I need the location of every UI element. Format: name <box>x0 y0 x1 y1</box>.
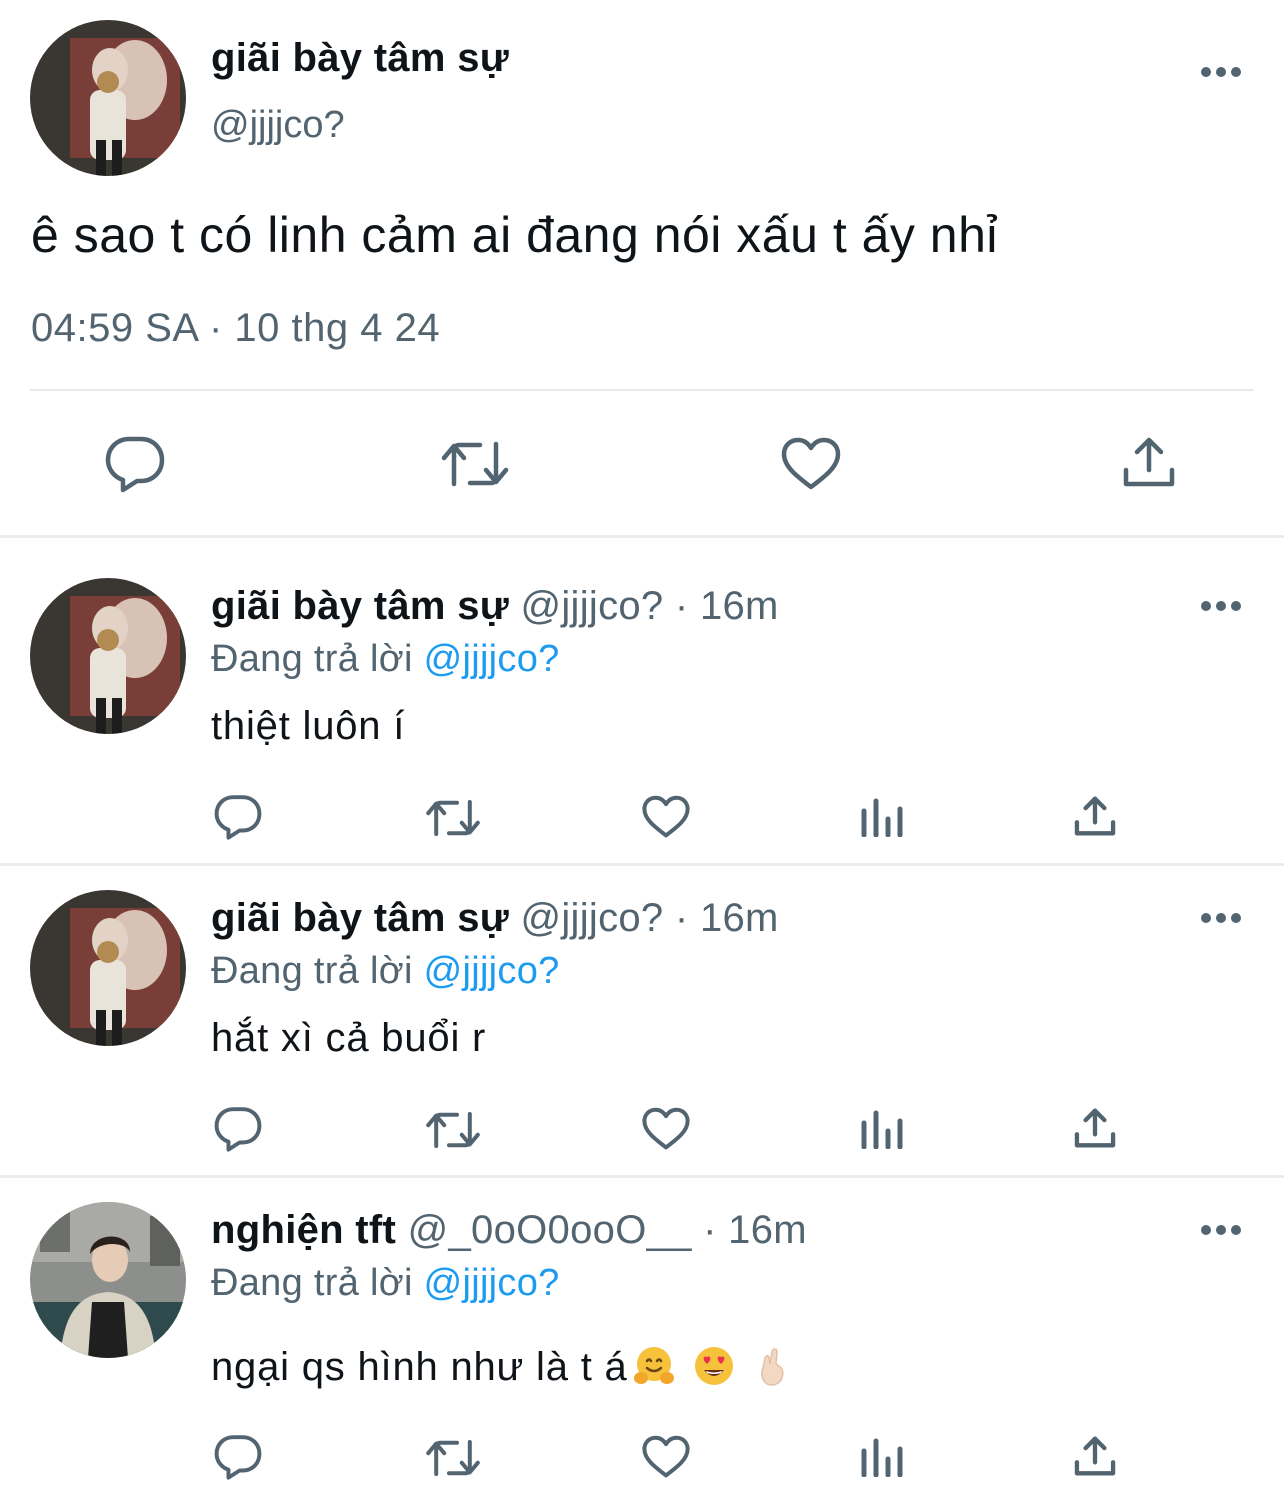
reply-text-content: ngại qs hình như là t á <box>211 1345 628 1389</box>
heart-eyes-emoji <box>692 1344 736 1398</box>
tweet-text: ê sao t có linh cảm ai đang nói xấu t ấy… <box>31 207 999 263</box>
reply-icon[interactable] <box>105 435 165 493</box>
avatar-image <box>30 578 186 734</box>
like-icon[interactable] <box>642 795 690 839</box>
share-icon[interactable] <box>1073 1434 1117 1478</box>
reply-text: ngại qs hình như là t á <box>211 1344 795 1398</box>
replying-label: Đang trả lời <box>211 638 413 680</box>
replying-to: Đang trả lời @jjjjco? <box>211 638 560 681</box>
dot-separator: · <box>674 896 689 940</box>
hugging-face-emoji <box>632 1344 676 1398</box>
reply-header: giãi bày tâm sự @jjjjco? · 16m <box>211 584 779 629</box>
author-name[interactable]: nghiện tft <box>211 1208 396 1252</box>
replying-to-link[interactable]: @jjjjco? <box>424 950 560 992</box>
crossed-fingers-emoji <box>751 1344 795 1398</box>
more-options-icon[interactable] <box>1199 1220 1243 1240</box>
retweet-icon[interactable] <box>425 797 481 839</box>
author-handle[interactable]: @jjjjco? <box>520 584 663 628</box>
reply-header: giãi bày tâm sự @jjjjco? · 16m <box>211 896 779 941</box>
share-icon[interactable] <box>1073 1106 1117 1150</box>
retweet-icon[interactable] <box>425 1437 481 1479</box>
share-icon[interactable] <box>1073 794 1117 838</box>
author-handle[interactable]: @jjjjco? <box>520 896 663 940</box>
avatar-image <box>30 20 186 176</box>
analytics-icon[interactable] <box>861 797 903 837</box>
avatar-reply[interactable] <box>30 578 186 734</box>
divider <box>30 389 1254 391</box>
like-icon[interactable] <box>642 1435 690 1479</box>
replying-to-link[interactable]: @jjjjco? <box>424 1262 560 1304</box>
avatar-main[interactable] <box>30 20 186 176</box>
reply-text: thiệt luôn í <box>211 704 406 748</box>
reply-header: nghiện tft @_0oO0ooO__ · 16m <box>211 1208 807 1253</box>
replying-to-link[interactable]: @jjjjco? <box>424 638 560 680</box>
author-name[interactable]: giãi bày tâm sự <box>211 36 509 81</box>
reply-text: hắt xì cả buổi r <box>211 1016 487 1060</box>
avatar-image <box>30 890 186 1046</box>
dot-separator: · <box>674 584 689 628</box>
avatar-reply[interactable] <box>30 1202 186 1358</box>
reply-time[interactable]: 16m <box>728 1208 807 1252</box>
replying-to: Đang trả lời @jjjjco? <box>211 950 560 993</box>
retweet-icon[interactable] <box>425 1109 481 1151</box>
replying-label: Đang trả lời <box>211 1262 413 1304</box>
share-icon[interactable] <box>1121 434 1177 490</box>
like-icon[interactable] <box>781 437 841 491</box>
like-icon[interactable] <box>642 1107 690 1151</box>
dot-separator: · <box>703 1208 717 1252</box>
reply-icon[interactable] <box>214 794 262 840</box>
analytics-icon[interactable] <box>861 1437 903 1477</box>
author-handle[interactable]: @_0oO0ooO__ <box>408 1208 692 1252</box>
more-options-icon[interactable] <box>1199 908 1243 928</box>
author-handle[interactable]: @jjjjco? <box>211 104 345 147</box>
retweet-icon[interactable] <box>440 438 510 490</box>
section-divider <box>0 1175 1284 1178</box>
more-options-icon[interactable] <box>1199 596 1243 616</box>
section-divider <box>0 863 1284 866</box>
reply-time[interactable]: 16m <box>700 584 779 628</box>
analytics-icon[interactable] <box>861 1109 903 1149</box>
section-divider <box>0 535 1284 538</box>
author-name[interactable]: giãi bày tâm sự <box>211 584 509 628</box>
reply-icon[interactable] <box>214 1106 262 1152</box>
avatar-image <box>30 1202 186 1358</box>
reply-icon[interactable] <box>214 1434 262 1480</box>
tweet-timestamp[interactable]: 04:59 SA · 10 thg 4 24 <box>31 306 440 351</box>
reply-time[interactable]: 16m <box>700 896 779 940</box>
more-options-icon[interactable] <box>1199 62 1243 82</box>
replying-label: Đang trả lời <box>211 950 413 992</box>
author-name[interactable]: giãi bày tâm sự <box>211 896 509 940</box>
replying-to: Đang trả lời @jjjjco? <box>211 1262 560 1305</box>
avatar-reply[interactable] <box>30 890 186 1046</box>
